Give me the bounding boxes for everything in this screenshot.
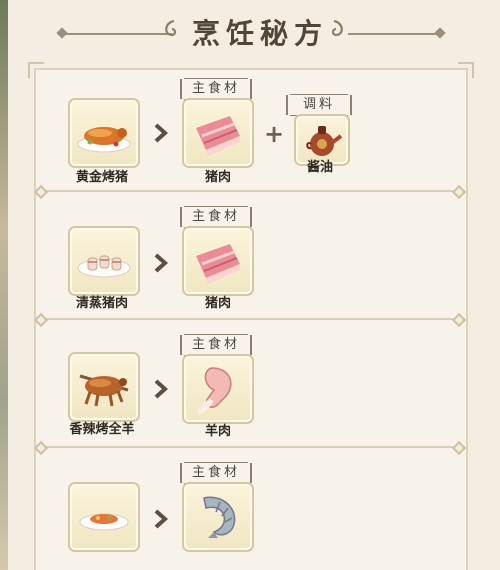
arrow-right-icon: [154, 123, 169, 143]
shrimp-dish-icon: [79, 513, 129, 531]
background-edge: [0, 0, 8, 570]
pork-icon: [196, 116, 240, 156]
recipe-row[interactable]: 香辣烤全羊 主食材 羊肉: [38, 324, 462, 444]
dish-name: 黄金烤猪: [75, 170, 128, 185]
page-title: 烹饪秘方: [191, 17, 328, 50]
ingredient-slot[interactable]: [182, 98, 254, 168]
dish-name: 香辣烤全羊: [69, 422, 135, 437]
soy-sauce-icon: [306, 126, 343, 156]
ingredient-name: 猪肉: [204, 296, 231, 311]
row-divider: [40, 190, 460, 192]
dish-slot[interactable]: [68, 226, 140, 296]
main-ingredient-tag: 主食材: [180, 206, 252, 228]
arrow-right-icon: [154, 509, 169, 529]
title-bar: 烹饪秘方: [0, 0, 500, 62]
ingredient-name: 羊肉: [204, 424, 231, 439]
dish-slot[interactable]: [68, 98, 140, 168]
swirl-ornament-icon: [165, 19, 177, 37]
recipe-row[interactable]: 主食材: [38, 452, 462, 570]
title-line-right: [348, 33, 438, 35]
pork-icon: [196, 244, 240, 284]
shrimp-icon: [203, 496, 236, 538]
main-ingredient-tag: 主食材: [180, 78, 252, 100]
roast-lamb-icon: [79, 374, 129, 407]
arrow-right-icon: [154, 379, 169, 399]
row-divider: [40, 318, 460, 320]
title-line-left: [62, 33, 172, 35]
arrow-right-icon: [154, 253, 169, 273]
ingredient-slot[interactable]: [182, 482, 254, 552]
seasoning-tag: 调料: [286, 94, 352, 116]
recipe-row[interactable]: 黄金烤猪 主食材 猪肉 + 调料 酱油: [38, 70, 462, 194]
dish-slot[interactable]: [68, 352, 140, 422]
main-ingredient-tag: 主食材: [180, 334, 252, 356]
roast-pig-icon: [77, 127, 131, 153]
plus-sign: +: [264, 120, 285, 148]
seasoning-name: 酱油: [306, 160, 333, 175]
dish-slot[interactable]: [68, 482, 140, 552]
dish-name: 清蒸猪肉: [75, 296, 128, 311]
main-ingredient-tag: 主食材: [180, 462, 252, 484]
ingredient-slot[interactable]: [182, 354, 254, 424]
title-ornament-right: [434, 27, 446, 39]
ingredient-slot[interactable]: [182, 226, 254, 296]
ingredient-name: 猪肉: [204, 170, 231, 185]
lamb-leg-icon: [198, 367, 232, 414]
swirl-ornament-icon: [331, 19, 343, 37]
row-divider: [40, 446, 460, 448]
recipe-row[interactable]: 清蒸猪肉 主食材 猪肉: [38, 196, 462, 316]
steamed-pork-icon: [77, 255, 131, 278]
